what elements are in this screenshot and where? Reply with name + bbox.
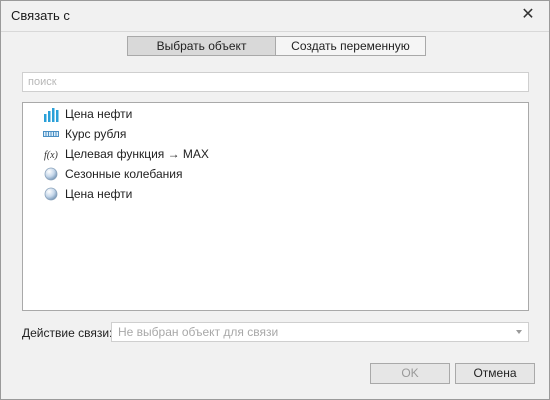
- list-item[interactable]: Цена нефти: [43, 184, 132, 204]
- tab-select-object[interactable]: Выбрать объект: [127, 36, 276, 56]
- sphere-icon: [43, 166, 59, 182]
- title-bar: Связать с ✕: [1, 1, 549, 31]
- series-icon: [43, 126, 59, 142]
- title-divider: [1, 31, 549, 32]
- function-icon: f(x): [43, 146, 59, 162]
- list-item[interactable]: Курс рубля: [43, 124, 126, 144]
- list-item-label: Целевая функция → MAX: [65, 147, 209, 161]
- close-icon[interactable]: ✕: [521, 7, 535, 23]
- search-input[interactable]: [23, 73, 508, 91]
- link-dialog: Связать с ✕ Выбрать объект Создать перем…: [0, 0, 550, 400]
- list-item-label: Курс рубля: [65, 127, 127, 141]
- svg-text:f(x): f(x): [44, 150, 59, 161]
- list-item-label: Сезонные колебания: [65, 167, 183, 181]
- chevron-down-icon[interactable]: [516, 330, 522, 334]
- search-box: [22, 72, 529, 92]
- list-item[interactable]: f(x) Целевая функция → MAX: [43, 144, 209, 164]
- link-action-select[interactable]: Не выбран объект для связи: [111, 322, 529, 342]
- bar-chart-icon: [43, 106, 59, 122]
- object-list[interactable]: Цена нефти Курс рубля f(x) Целевая функц…: [22, 102, 529, 311]
- tab-create-variable[interactable]: Создать переменную: [276, 36, 426, 56]
- link-action-value: Не выбран объект для связи: [118, 325, 279, 339]
- list-item-label: Цена нефти: [65, 187, 133, 201]
- list-item[interactable]: Сезонные колебания: [43, 164, 182, 184]
- cancel-button[interactable]: Отмена: [455, 363, 535, 384]
- dialog-title: Связать с: [11, 8, 70, 23]
- sphere-icon: [43, 186, 59, 202]
- ok-button[interactable]: OK: [370, 363, 450, 384]
- list-item-label: Цена нефти: [65, 107, 133, 121]
- list-item[interactable]: Цена нефти: [43, 104, 132, 124]
- link-action-label: Действие связи:: [22, 326, 113, 340]
